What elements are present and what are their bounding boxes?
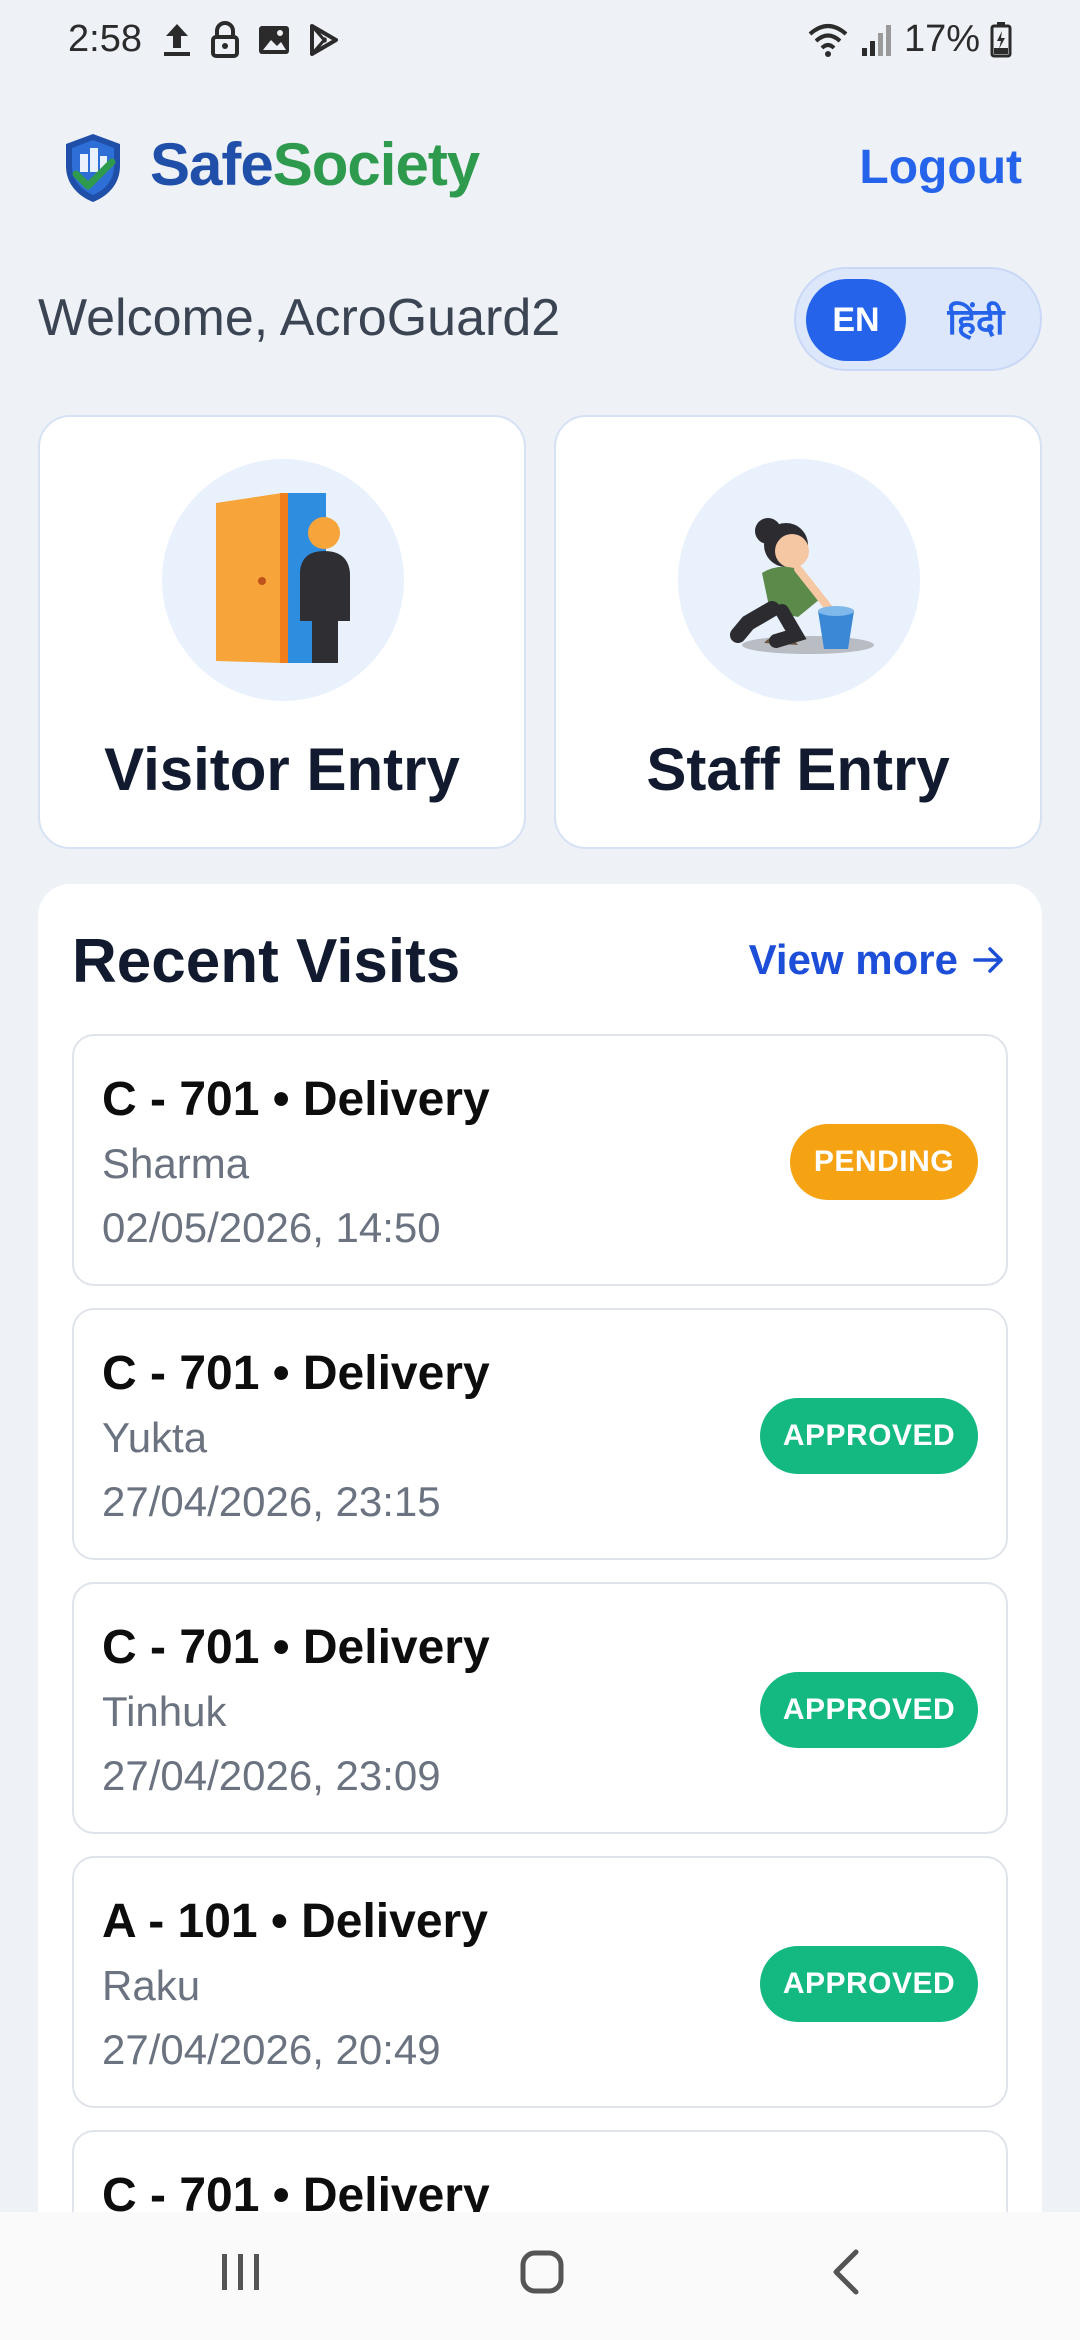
visit-datetime: 02/05/2026, 14:50 — [102, 1204, 441, 1251]
visitor-entry-label: Visitor Entry — [104, 736, 460, 803]
status-right: 17% — [806, 18, 1012, 61]
status-badge: PENDING — [790, 1124, 978, 1200]
cleaning-staff-icon — [730, 518, 874, 654]
visit-datetime: 27/04/2026, 23:09 — [102, 1752, 441, 1799]
staff-entry-label: Staff Entry — [646, 736, 950, 803]
staff-entry-illustration — [678, 459, 920, 701]
visit-card[interactable]: C - 701 • Delivery Yukta 27/04/2026, 23:… — [72, 1308, 1008, 1560]
battery-charging-icon — [990, 21, 1012, 57]
app-header: SafeSociety Logout — [0, 120, 1080, 220]
app-name: SafeSociety — [150, 130, 480, 199]
visitor-entry-card[interactable]: Visitor Entry — [38, 415, 526, 849]
staff-entry-card[interactable]: Staff Entry — [554, 415, 1042, 849]
app-name-part1: Safe — [150, 131, 274, 198]
visit-datetime: 27/04/2026, 20:49 — [102, 2026, 441, 2073]
status-badge: APPROVED — [760, 1398, 978, 1474]
welcome-text: Welcome, AcroGuard2 — [38, 289, 561, 347]
visit-card[interactable]: C - 701 • Delivery Sharma 02/05/2026, 14… — [72, 1034, 1008, 1286]
visit-title: C - 701 • Delivery — [102, 1621, 490, 1674]
status-badge: APPROVED — [760, 1672, 978, 1748]
recent-visits-title: Recent Visits — [72, 927, 461, 996]
view-more-label: View more — [748, 936, 958, 983]
system-nav-bar — [0, 2212, 1080, 2340]
status-badge: APPROVED — [760, 1946, 978, 2022]
image-icon — [259, 26, 289, 54]
screen: 2:58 17% SafeSociety Logout Welcome, Acr… — [0, 0, 1080, 2340]
visitor-entry-illustration — [162, 459, 404, 701]
logout-button[interactable]: Logout — [859, 140, 1022, 195]
wifi-icon — [808, 23, 848, 57]
visit-card[interactable]: A - 101 • Delivery Raku 27/04/2026, 20:4… — [72, 1856, 1008, 2108]
app-name-part2: Society — [272, 131, 480, 198]
visit-card[interactable]: C - 701 • Delivery Tinhuk 27/04/2026, 23… — [72, 1582, 1008, 1834]
visit-datetime: 27/04/2026, 23:15 — [102, 1478, 441, 1525]
visitor-name: Raku — [102, 1962, 201, 2009]
shield-logo-icon — [66, 134, 120, 202]
battery-percent: 17% — [903, 18, 980, 60]
signal-icon — [861, 24, 891, 56]
visit-title: C - 701 • Delivery — [102, 1073, 490, 1126]
visitor-name: Sharma — [102, 1140, 250, 1187]
upload-icon — [164, 24, 190, 56]
view-more-link[interactable]: View more — [749, 936, 1006, 984]
visit-title: C - 701 • Delivery — [102, 1347, 490, 1400]
visit-title: A - 101 • Delivery — [102, 1895, 488, 1948]
play-store-icon — [310, 24, 338, 56]
language-option-en[interactable]: EN — [806, 279, 906, 361]
status-bar: 2:58 17% — [0, 0, 1080, 84]
arrow-right-icon — [973, 947, 1003, 973]
language-toggle[interactable]: EN हिंदी — [794, 267, 1042, 371]
status-notification-icons — [160, 20, 342, 60]
recent-apps-icon[interactable] — [218, 2248, 264, 2296]
door-person-icon — [216, 493, 350, 663]
home-icon[interactable] — [518, 2248, 566, 2296]
language-option-hindi[interactable]: हिंदी — [926, 279, 1026, 361]
back-icon[interactable] — [826, 2248, 866, 2296]
lock-icon — [211, 21, 239, 58]
recent-visits-panel: Recent Visits View more C - 701 • Delive… — [38, 884, 1042, 2340]
visitor-name: Tinhuk — [102, 1688, 227, 1735]
visitor-name: Yukta — [102, 1414, 208, 1461]
status-time: 2:58 — [68, 18, 142, 60]
